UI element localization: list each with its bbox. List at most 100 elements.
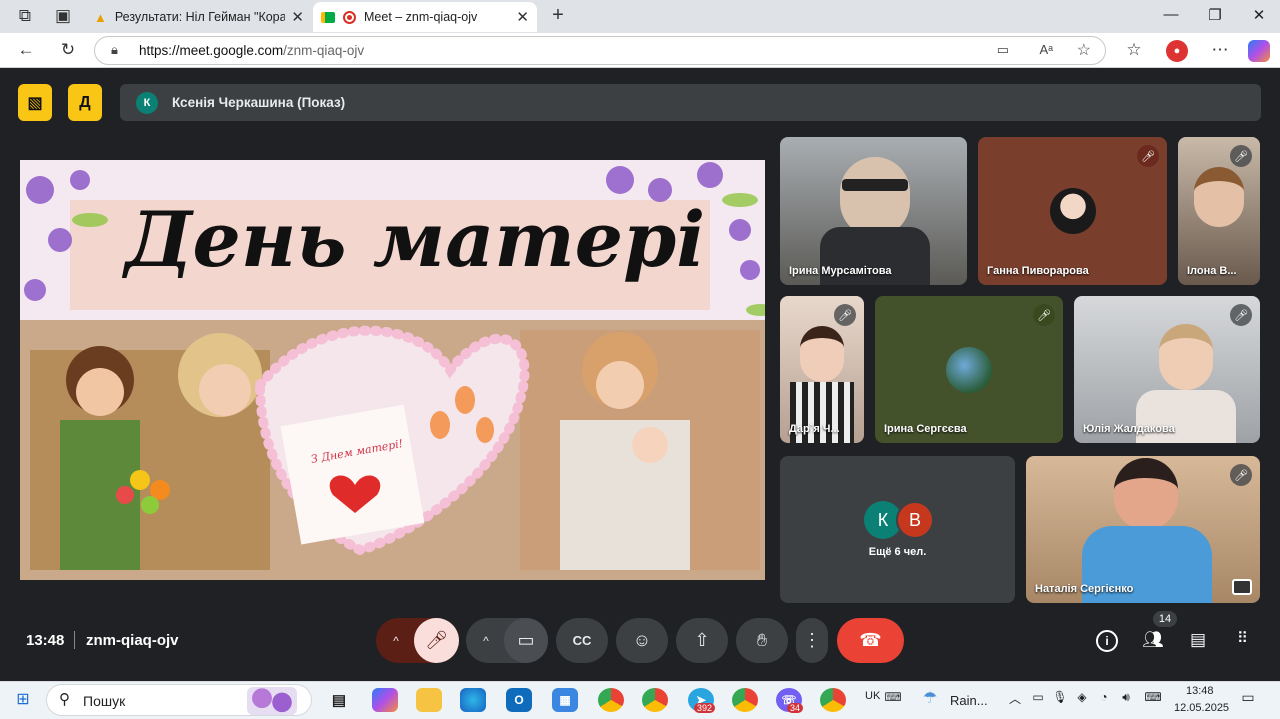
browser-chrome: ⧉ ▣ ▲ Результати: Ніл Гейман "Коралін" ✕…: [0, 0, 1280, 68]
pip-icon[interactable]: [1232, 579, 1252, 595]
leave-call-button[interactable]: ☎: [837, 618, 904, 663]
start-icon[interactable]: ⊞: [12, 689, 34, 709]
store-icon[interactable]: ▦: [552, 688, 578, 712]
participant-tile[interactable]: 🎤︎ Юлія Жалдакова: [1074, 296, 1260, 443]
notifications-icon[interactable]: ▭: [1238, 689, 1258, 706]
back-icon[interactable]: ←: [14, 40, 38, 60]
viber-badge: 34: [787, 703, 804, 713]
tab-results[interactable]: ▲ Результати: Ніл Гейман "Коралін" ✕: [86, 2, 312, 32]
meeting-code: znm-qiaq-ojv: [86, 632, 179, 649]
presenter-avatar: К: [136, 91, 158, 114]
tab-actions-icon[interactable]: ▣: [52, 6, 74, 26]
workspaces-icon[interactable]: ⧉: [14, 6, 36, 26]
reactions-button[interactable]: ☺: [616, 618, 668, 663]
participant-name: Ілона В...: [1187, 265, 1237, 277]
captions-button[interactable]: CC: [556, 618, 608, 663]
avatar: В: [896, 501, 934, 539]
close-window-icon[interactable]: ✕: [1244, 6, 1274, 24]
chat-icon[interactable]: ▤: [1186, 630, 1210, 650]
telegram-badge: 392: [694, 703, 716, 713]
network-icon[interactable]: ◔: [1096, 690, 1112, 704]
keyboard-icon[interactable]: ⌨: [884, 690, 902, 704]
layout-icon: Д: [79, 93, 91, 111]
camera-toggle-button[interactable]: ▭: [504, 618, 548, 663]
emoji-icon: ☺: [632, 630, 652, 650]
chevron-up-icon[interactable]: ︿: [1006, 690, 1024, 707]
profile-avatar[interactable]: ●: [1166, 40, 1188, 62]
copilot-icon[interactable]: [372, 688, 398, 712]
mic-toggle-button[interactable]: 🎤︎: [414, 618, 459, 663]
activities-icon[interactable]: ⠿: [1230, 629, 1254, 647]
participant-tile[interactable]: 🎤︎ Дар`я Ч...: [780, 296, 864, 443]
participant-tile[interactable]: 🎤︎ Наталія Сергієнко: [1026, 456, 1260, 603]
outlook-icon[interactable]: O: [506, 688, 532, 712]
slide-title: День матері: [124, 195, 706, 284]
more-menu-icon[interactable]: ⋯: [1208, 40, 1232, 60]
microphone-tray-icon[interactable]: 🎙︎: [1052, 690, 1068, 704]
taskbar-search[interactable]: ⚲ Пошук: [46, 684, 312, 716]
info-icon[interactable]: i: [1096, 630, 1118, 652]
chrome-profile-icon[interactable]: [820, 688, 846, 712]
audio-options-button[interactable]: ^: [376, 618, 416, 663]
participant-name: Ганна Пиворарова: [987, 265, 1089, 277]
volume-icon[interactable]: 🔊︎: [1118, 690, 1134, 705]
more-options-button[interactable]: ⋮: [796, 618, 828, 663]
presented-slide: День матері З Днем матері!: [20, 160, 765, 580]
hand-icon: ✋︎: [756, 630, 768, 650]
participant-tile[interactable]: Ірина Мурсамітова: [780, 137, 967, 285]
mic-off-icon: 🎤︎: [1033, 304, 1055, 326]
clock-time[interactable]: 13:48: [1186, 685, 1214, 697]
favorite-star-icon[interactable]: ☆: [1077, 40, 1091, 60]
layout-button[interactable]: Д: [68, 84, 102, 121]
mic-off-icon: 🎤︎: [834, 304, 856, 326]
mic-off-icon: 🎤︎: [1230, 464, 1252, 486]
chrome-icon[interactable]: [598, 688, 624, 712]
maximize-icon[interactable]: ❐: [1200, 6, 1230, 24]
participant-tile[interactable]: 🎤︎ Ганна Пиворарова: [978, 137, 1167, 285]
tab-title: Результати: Ніл Гейман "Коралін": [114, 10, 286, 24]
avatar: [1050, 188, 1096, 234]
new-tab-icon[interactable]: +: [546, 4, 570, 27]
favorites-icon[interactable]: ☆: [1122, 40, 1146, 60]
reload-icon[interactable]: ↻: [56, 40, 80, 60]
camera-tray-icon[interactable]: ▭: [1030, 690, 1046, 704]
minimize-icon[interactable]: —: [1156, 6, 1186, 23]
keyboard-layout-icon[interactable]: ⌨: [1142, 690, 1164, 704]
clock-date[interactable]: 12.05.2025: [1174, 702, 1229, 714]
tab-meet[interactable]: Meet – znm-qiaq-ojv ✕: [313, 2, 537, 32]
chrome-profile-icon[interactable]: [732, 688, 758, 712]
participant-tile[interactable]: 🎤︎ Ірина Сергєєва: [875, 296, 1063, 443]
copilot-icon[interactable]: [1248, 40, 1270, 62]
chrome-profile-icon[interactable]: [642, 688, 668, 712]
url-host: https://meet.google.com: [139, 43, 284, 58]
participant-name: Дар`я Ч...: [789, 423, 840, 435]
close-tab-icon[interactable]: ✕: [516, 8, 529, 26]
weather-icon[interactable]: ☂: [918, 688, 942, 708]
camera-in-use-icon[interactable]: ▭: [997, 42, 1009, 58]
presenter-bar: К Ксенія Черкашина (Показ): [120, 84, 1261, 121]
search-placeholder: Пошук: [83, 693, 126, 709]
location-icon[interactable]: ◈: [1074, 690, 1090, 704]
raise-hand-button[interactable]: ✋︎: [736, 618, 788, 663]
file-explorer-icon[interactable]: [416, 688, 442, 712]
camera-icon: ▭: [517, 630, 535, 650]
others-tile[interactable]: К В Ещё 6 чел.: [780, 456, 1015, 603]
task-view-icon[interactable]: ▤: [326, 688, 352, 712]
participant-name: Юлія Жалдакова: [1083, 423, 1175, 435]
recording-icon: [343, 10, 356, 24]
presentation-hide-button[interactable]: ▧: [18, 84, 52, 121]
read-aloud-icon[interactable]: Aᵃ: [1039, 42, 1053, 57]
input-language[interactable]: UK: [865, 690, 880, 702]
url-path: /znm-qiaq-ojv: [283, 43, 365, 58]
video-options-button[interactable]: ^: [466, 618, 506, 663]
participant-name: Наталія Сергієнко: [1035, 583, 1134, 595]
close-tab-icon[interactable]: ✕: [291, 8, 304, 26]
people-icon[interactable]: 👥︎: [1140, 630, 1166, 650]
participant-tile[interactable]: 🎤︎ Ілона В...: [1178, 137, 1260, 285]
lock-icon: 🔒︎: [111, 42, 118, 57]
weather-text[interactable]: Rain...: [950, 693, 988, 708]
edge-icon[interactable]: [460, 688, 486, 712]
avatar: [946, 347, 992, 393]
present-button[interactable]: ⇧: [676, 618, 728, 663]
address-bar[interactable]: 🔒︎ https://meet.google.com/znm-qiaq-ojv …: [94, 36, 1106, 65]
